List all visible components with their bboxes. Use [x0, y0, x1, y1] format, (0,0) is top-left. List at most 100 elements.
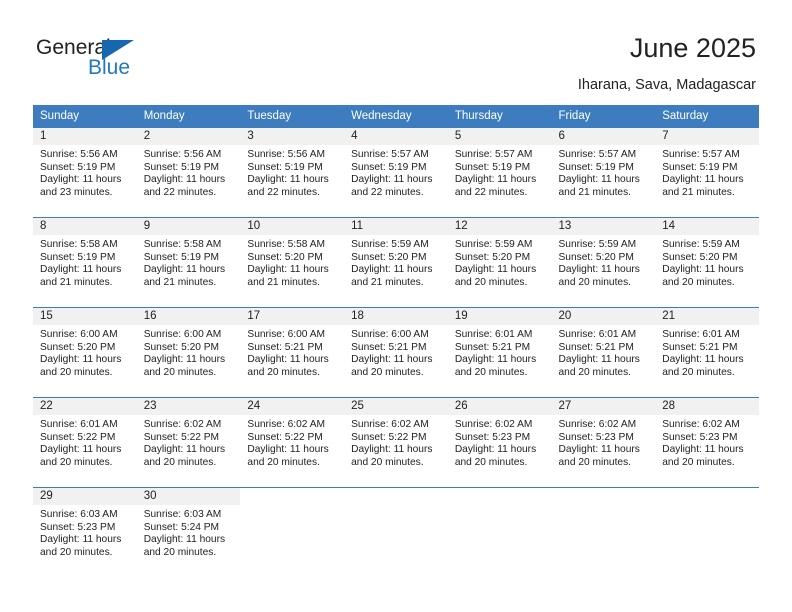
day-number: 30	[136, 488, 241, 505]
day-number: 21	[655, 308, 759, 325]
calendar-day-cell[interactable]: 22 Sunrise: 6:01 AM Sunset: 5:22 PM Dayligh…	[33, 397, 137, 481]
calendar-table: Sunday Monday Tuesday Wednesday Thursday…	[33, 105, 759, 571]
sunset-text: Sunset: 5:22 PM	[247, 431, 323, 443]
calendar-day-cell[interactable]: 1 Sunrise: 5:56 AM Sunset: 5:19 PM Daylight…	[33, 127, 137, 211]
brand-logo[interactable]: General Blue	[36, 36, 156, 86]
day-number: 14	[655, 218, 759, 235]
sunset-text: Sunset: 5:22 PM	[143, 431, 220, 443]
calendar-grid: Sunday Monday Tuesday Wednesday Thursday…	[33, 105, 759, 571]
weekday-header-monday: Monday	[136, 105, 241, 127]
calendar-day-cell[interactable]: 8 Sunrise: 5:58 AM Sunset: 5:19 PM Daylight…	[33, 217, 137, 301]
calendar-day-cell[interactable]: 15 Sunrise: 6:00 AM Sunset: 5:20 PM Dayligh…	[33, 307, 137, 391]
calendar-day-cell[interactable]: 27 Sunrise: 6:02 AM Sunset: 5:23 PM Dayligh…	[551, 397, 656, 481]
sunset-text: Sunset: 5:20 PM	[662, 251, 738, 263]
calendar-day-cell[interactable]: 9 Sunrise: 5:58 AM Sunset: 5:19 PM Daylight…	[136, 217, 241, 301]
calendar-day-cell[interactable]: 14 Sunrise: 5:59 AM Sunset: 5:20 PM Dayligh…	[655, 217, 759, 301]
day-sun-info: Sunrise: 6:00 AM Sunset: 5:21 PM Daylight:…	[344, 325, 448, 379]
sunrise-text: Sunrise: 6:00 AM	[40, 329, 118, 340]
calendar-day-cell[interactable]: 5 Sunrise: 5:57 AM Sunset: 5:19 PM Daylight…	[447, 127, 552, 211]
calendar-day-cell[interactable]: 17 Sunrise: 6:00 AM Sunset: 5:21 PM Dayligh…	[240, 307, 345, 391]
sunrise-text: Sunrise: 6:01 AM	[662, 329, 740, 340]
sunset-text: Sunset: 5:19 PM	[143, 161, 220, 173]
sunset-text: Sunset: 5:23 PM	[40, 521, 116, 533]
sunrise-text: Sunrise: 5:57 AM	[662, 149, 740, 160]
day-number: 17	[240, 308, 345, 325]
sunrise-text: Sunrise: 6:00 AM	[143, 329, 222, 340]
location-subtitle: Iharana, Sava, Madagascar	[577, 77, 756, 93]
calendar-week-row: 22 Sunrise: 6:01 AM Sunset: 5:22 PM Dayligh…	[33, 397, 759, 481]
daylight-text-line2: and 23 minutes.	[40, 186, 113, 198]
day-cell-body: 7 Sunrise: 5:57 AM Sunset: 5:19 PM Daylight…	[655, 127, 759, 211]
calendar-day-cell[interactable]: 7 Sunrise: 5:57 AM Sunset: 5:19 PM Daylight…	[655, 127, 759, 211]
calendar-day-cell[interactable]: 12 Sunrise: 5:59 AM Sunset: 5:20 PM Dayligh…	[447, 217, 552, 301]
daylight-text-line2: and 20 minutes.	[143, 456, 217, 468]
day-cell-body	[551, 487, 656, 571]
calendar-day-cell[interactable]: 18 Sunrise: 6:00 AM Sunset: 5:21 PM Dayligh…	[344, 307, 448, 391]
daylight-text-line2: and 21 minutes.	[143, 276, 217, 288]
calendar-day-cell[interactable]: 13 Sunrise: 5:59 AM Sunset: 5:20 PM Dayligh…	[551, 217, 656, 301]
day-number: 15	[33, 308, 137, 325]
calendar-day-cell[interactable]: 28 Sunrise: 6:02 AM Sunset: 5:23 PM Dayligh…	[655, 397, 759, 481]
calendar-day-cell[interactable]: 24 Sunrise: 6:02 AM Sunset: 5:22 PM Dayligh…	[240, 397, 345, 481]
day-number: 7	[655, 128, 759, 145]
day-number	[447, 488, 552, 505]
calendar-day-cell[interactable]: 6 Sunrise: 5:57 AM Sunset: 5:19 PM Daylight…	[551, 127, 656, 211]
calendar-day-cell[interactable]: 2 Sunrise: 5:56 AM Sunset: 5:19 PM Daylight…	[136, 127, 241, 211]
day-sun-info: Sunrise: 5:57 AM Sunset: 5:19 PM Daylight:…	[552, 145, 656, 199]
daylight-text-line1: Daylight: 11 hours	[247, 444, 329, 456]
sunset-text: Sunset: 5:21 PM	[454, 341, 531, 353]
calendar-day-cell[interactable]: 30 Sunrise: 6:03 AM Sunset: 5:24 PM Dayligh…	[136, 487, 241, 571]
sunrise-text: Sunrise: 6:02 AM	[247, 419, 325, 430]
day-sun-info: Sunrise: 5:56 AM Sunset: 5:19 PM Daylight:…	[240, 145, 344, 199]
day-sun-info: Sunrise: 6:00 AM Sunset: 5:20 PM Daylight:…	[33, 325, 137, 379]
calendar-day-cell[interactable]: 3 Sunrise: 5:56 AM Sunset: 5:19 PM Daylight…	[240, 127, 345, 211]
daylight-text-line1: Daylight: 11 hours	[454, 444, 537, 456]
day-number: 29	[33, 488, 137, 505]
sunrise-text: Sunrise: 6:02 AM	[558, 419, 637, 430]
day-number: 4	[344, 128, 448, 145]
daylight-text-line1: Daylight: 11 hours	[143, 264, 226, 276]
daylight-text-line1: Daylight: 11 hours	[40, 174, 122, 186]
calendar-day-cell[interactable]: 10 Sunrise: 5:58 AM Sunset: 5:20 PM Dayligh…	[240, 217, 345, 301]
daylight-text-line2: and 20 minutes.	[40, 546, 113, 558]
calendar-day-cell[interactable]: 19 Sunrise: 6:01 AM Sunset: 5:21 PM Dayligh…	[447, 307, 552, 391]
calendar-day-cell[interactable]: 25 Sunrise: 6:02 AM Sunset: 5:22 PM Dayligh…	[344, 397, 448, 481]
day-cell-body: 20 Sunrise: 6:01 AM Sunset: 5:21 PM Dayligh…	[551, 307, 656, 391]
day-sun-info: Sunrise: 6:03 AM Sunset: 5:24 PM Daylight:…	[137, 505, 241, 559]
daylight-text-line2: and 20 minutes.	[351, 366, 424, 378]
day-number: 24	[240, 398, 345, 415]
day-sun-info: Sunrise: 5:58 AM Sunset: 5:19 PM Daylight:…	[137, 235, 241, 289]
day-cell-body: 15 Sunrise: 6:00 AM Sunset: 5:20 PM Dayligh…	[33, 307, 137, 391]
calendar-day-cell[interactable]: 29 Sunrise: 6:03 AM Sunset: 5:23 PM Dayligh…	[33, 487, 137, 571]
day-number: 1	[33, 128, 137, 145]
day-number: 26	[447, 398, 552, 415]
day-cell-body: 6 Sunrise: 5:57 AM Sunset: 5:19 PM Daylight…	[551, 127, 656, 211]
calendar-page: General Blue June 2025 Iharana, Sava, Ma…	[0, 0, 792, 612]
day-cell-body: 3 Sunrise: 5:56 AM Sunset: 5:19 PM Daylight…	[240, 127, 345, 211]
day-cell-body: 11 Sunrise: 5:59 AM Sunset: 5:20 PM Dayligh…	[344, 217, 448, 301]
day-number: 11	[344, 218, 448, 235]
day-sun-info: Sunrise: 6:00 AM Sunset: 5:20 PM Daylight:…	[137, 325, 241, 379]
calendar-day-cell[interactable]: 11 Sunrise: 5:59 AM Sunset: 5:20 PM Dayligh…	[344, 217, 448, 301]
calendar-day-cell[interactable]: 4 Sunrise: 5:57 AM Sunset: 5:19 PM Daylight…	[344, 127, 448, 211]
sunrise-text: Sunrise: 6:00 AM	[351, 329, 429, 340]
sunrise-text: Sunrise: 5:57 AM	[558, 149, 637, 160]
calendar-body: 1 Sunrise: 5:56 AM Sunset: 5:19 PM Daylight…	[33, 127, 759, 571]
calendar-week-row: 15 Sunrise: 6:00 AM Sunset: 5:20 PM Dayligh…	[33, 307, 759, 391]
calendar-day-cell	[240, 487, 345, 571]
calendar-day-cell[interactable]: 20 Sunrise: 6:01 AM Sunset: 5:21 PM Dayligh…	[551, 307, 656, 391]
day-sun-info: Sunrise: 5:56 AM Sunset: 5:19 PM Daylight:…	[33, 145, 137, 199]
day-cell-body: 2 Sunrise: 5:56 AM Sunset: 5:19 PM Daylight…	[136, 127, 241, 211]
daylight-text-line2: and 22 minutes.	[143, 186, 217, 198]
day-number: 18	[344, 308, 448, 325]
daylight-text-line2: and 20 minutes.	[662, 276, 735, 288]
calendar-day-cell[interactable]: 26 Sunrise: 6:02 AM Sunset: 5:23 PM Dayligh…	[447, 397, 552, 481]
sunset-text: Sunset: 5:23 PM	[454, 431, 531, 443]
daylight-text-line1: Daylight: 11 hours	[143, 354, 226, 366]
calendar-day-cell[interactable]: 21 Sunrise: 6:01 AM Sunset: 5:21 PM Dayligh…	[655, 307, 759, 391]
daylight-text-line1: Daylight: 11 hours	[558, 444, 640, 456]
calendar-day-cell[interactable]: 23 Sunrise: 6:02 AM Sunset: 5:22 PM Dayligh…	[136, 397, 241, 481]
calendar-day-cell[interactable]: 16 Sunrise: 6:00 AM Sunset: 5:20 PM Dayligh…	[136, 307, 241, 391]
day-sun-info	[655, 505, 759, 509]
day-cell-body: 14 Sunrise: 5:59 AM Sunset: 5:20 PM Dayligh…	[655, 217, 759, 301]
